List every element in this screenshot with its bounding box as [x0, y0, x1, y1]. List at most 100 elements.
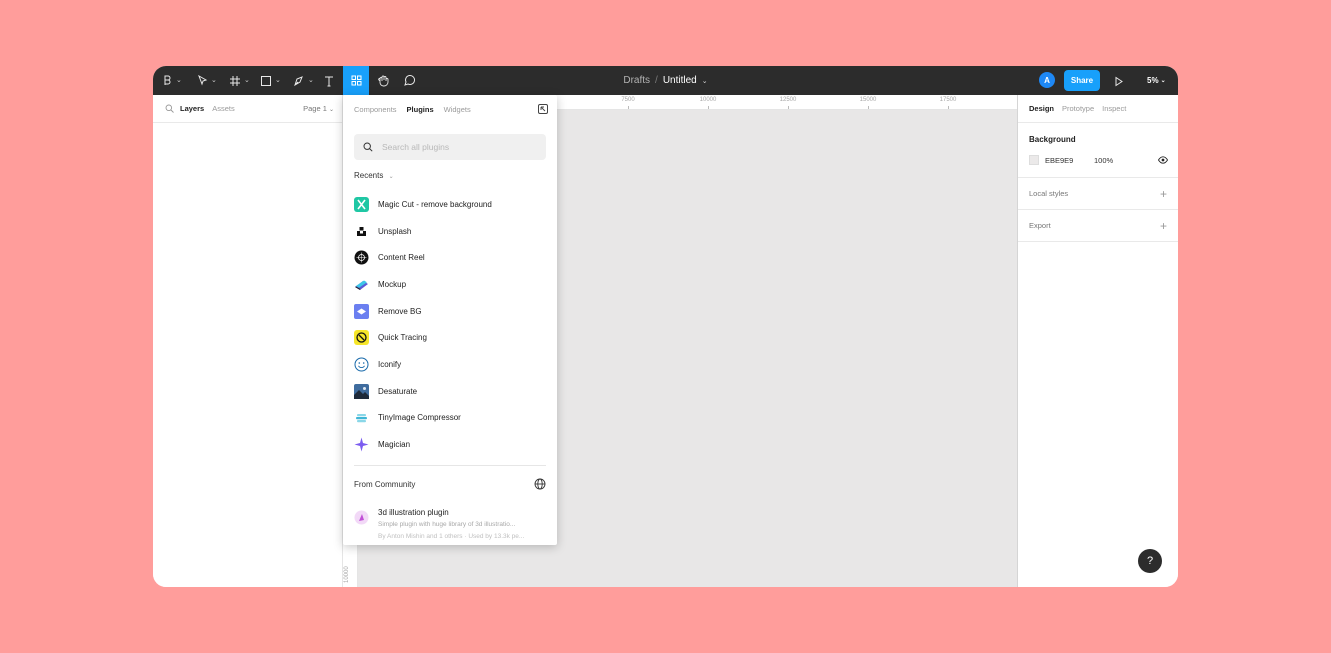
help-button[interactable]: ?	[1138, 549, 1162, 573]
zoom-level: 5%	[1147, 76, 1159, 85]
community-plugin-item[interactable]: 3d illustration plugin Simple plugin wit…	[354, 508, 546, 542]
plugin-item-quick-tracing[interactable]: Quick Tracing	[354, 324, 546, 351]
add-export-icon[interactable]: +	[1160, 219, 1167, 233]
iconify-icon	[354, 357, 369, 372]
background-section: Background EBE9E9 100%	[1018, 123, 1178, 178]
chevron-down-icon: ⌄	[275, 77, 281, 84]
plugin-name: Content Reel	[378, 253, 425, 263]
tab-assets[interactable]: Assets	[212, 104, 235, 113]
background-title: Background	[1029, 135, 1076, 144]
move-tool-button[interactable]: ⌄	[197, 66, 217, 95]
frame-tool-button[interactable]: ⌄	[229, 66, 250, 95]
plugins-popup: Components Plugins Widgets Recents ⌄	[343, 95, 557, 545]
plugin-item-iconify[interactable]: Iconify	[354, 351, 546, 378]
page-selector[interactable]: Page 1 ⌄	[303, 104, 334, 113]
plugin-name: Unsplash	[378, 226, 412, 236]
resources-button[interactable]	[343, 66, 369, 95]
plugin-item-remove-bg[interactable]: Remove BG	[354, 298, 546, 325]
tinyimage-icon	[354, 410, 369, 425]
play-icon	[1115, 76, 1123, 87]
right-panel-tabs: Design Prototype Inspect	[1018, 95, 1178, 123]
figma-window: ⌄ ⌄ ⌄ ⌄ ⌄ Drafts / Untitled ⌄ A Share 5%…	[153, 66, 1178, 587]
ruler-tick: 17500	[939, 97, 957, 103]
plugin-search	[354, 134, 546, 160]
background-opacity[interactable]: 100%	[1094, 156, 1113, 165]
hand-tool-button[interactable]	[377, 66, 390, 95]
recents-label: Recents	[354, 171, 384, 180]
local-styles-section: Local styles +	[1018, 178, 1178, 210]
comment-tool-button[interactable]	[403, 66, 416, 95]
tab-design[interactable]: Design	[1029, 104, 1054, 113]
search-icon	[363, 142, 373, 152]
tab-plugins[interactable]: Plugins	[407, 105, 434, 114]
pen-tool-icon	[294, 75, 303, 86]
ruler-tick-mark	[948, 106, 949, 109]
plugin-item-mockup[interactable]: Mockup	[354, 271, 546, 298]
shape-tool-button[interactable]: ⌄	[260, 66, 281, 95]
add-style-icon[interactable]: +	[1160, 187, 1167, 201]
community-plugin-text: 3d illustration plugin Simple plugin wit…	[378, 508, 546, 542]
background-swatch[interactable]	[1029, 155, 1039, 165]
shape-tool-icon	[261, 75, 271, 86]
ruler-tick-mark	[708, 106, 709, 109]
tab-prototype[interactable]: Prototype	[1062, 104, 1094, 113]
main-menu-button[interactable]: ⌄	[162, 66, 182, 95]
mockup-icon	[354, 277, 369, 292]
ruler-tick: 10000	[344, 566, 350, 583]
text-tool-button[interactable]	[323, 66, 335, 95]
search-icon[interactable]	[165, 104, 174, 113]
community-plugin-description: Simple plugin with huge library of 3d il…	[378, 521, 516, 528]
ruler-tick-mark	[788, 106, 789, 109]
local-styles-label: Local styles	[1029, 189, 1069, 198]
plugin-item-content-reel[interactable]: Content Reel	[354, 244, 546, 271]
plugin-search-input[interactable]	[382, 142, 532, 152]
plugin-item-unsplash[interactable]: Unsplash	[354, 218, 546, 245]
text-tool-icon	[325, 76, 333, 86]
plugin-item-magician[interactable]: Magician	[354, 431, 546, 458]
collapse-popup-button[interactable]	[538, 104, 548, 114]
properties-panel: Design Prototype Inspect Background EBE9…	[1017, 95, 1178, 587]
background-hex[interactable]: EBE9E9	[1045, 156, 1073, 165]
tab-layers[interactable]: Layers	[180, 104, 204, 113]
plugin-name: Magic Cut - remove background	[378, 199, 492, 209]
breadcrumb-folder[interactable]: Drafts	[623, 75, 650, 86]
plugin-item-magic-cut[interactable]: Magic Cut - remove background	[354, 191, 546, 218]
eye-icon[interactable]	[1158, 156, 1168, 164]
ruler-tick: 7500	[621, 97, 635, 103]
present-button[interactable]	[1114, 74, 1124, 92]
breadcrumb-separator: /	[655, 75, 658, 86]
chevron-down-icon[interactable]: ⌄	[702, 77, 708, 85]
main-menu-icon	[164, 75, 171, 85]
zoom-dropdown[interactable]: 5% ⌄	[1147, 66, 1166, 95]
file-name[interactable]: Untitled	[663, 75, 697, 86]
page-label: Page 1	[303, 104, 327, 113]
chevron-down-icon: ⌄	[308, 77, 314, 84]
comment-tool-icon	[404, 75, 415, 86]
quick-tracing-icon	[354, 330, 369, 346]
frame-tool-icon	[230, 75, 240, 86]
content-reel-icon	[354, 250, 369, 265]
3d-illustration-icon	[354, 510, 369, 525]
chevron-down-icon: ⌄	[328, 107, 334, 113]
plugin-name: Magician	[378, 440, 411, 450]
tab-inspect[interactable]: Inspect	[1102, 104, 1126, 113]
chevron-down-icon: ⌄	[1160, 78, 1166, 84]
move-tool-icon	[198, 75, 208, 86]
remove-bg-icon	[354, 303, 369, 319]
tab-widgets[interactable]: Widgets	[444, 105, 471, 114]
recents-dropdown[interactable]: Recents ⌄	[354, 171, 394, 180]
avatar[interactable]: A	[1039, 72, 1055, 88]
plugin-item-tinyimage[interactable]: TinyImage Compressor	[354, 405, 546, 432]
tab-components[interactable]: Components	[354, 105, 397, 114]
plugin-item-desaturate[interactable]: Desaturate	[354, 378, 546, 405]
from-community-header: From Community	[354, 476, 546, 492]
toolbar: ⌄ ⌄ ⌄ ⌄ ⌄ Drafts / Untitled ⌄ A Share 5%…	[153, 66, 1178, 95]
globe-icon[interactable]	[534, 478, 546, 490]
share-button[interactable]: Share	[1064, 70, 1100, 91]
ruler-tick: 12500	[779, 97, 797, 103]
community-plugin-title: 3d illustration plugin	[378, 508, 449, 517]
plugin-name: Remove BG	[378, 306, 422, 316]
pen-tool-button[interactable]: ⌄	[293, 66, 314, 95]
plugin-name: Quick Tracing	[378, 333, 427, 343]
ruler-tick: 10000	[699, 97, 717, 103]
